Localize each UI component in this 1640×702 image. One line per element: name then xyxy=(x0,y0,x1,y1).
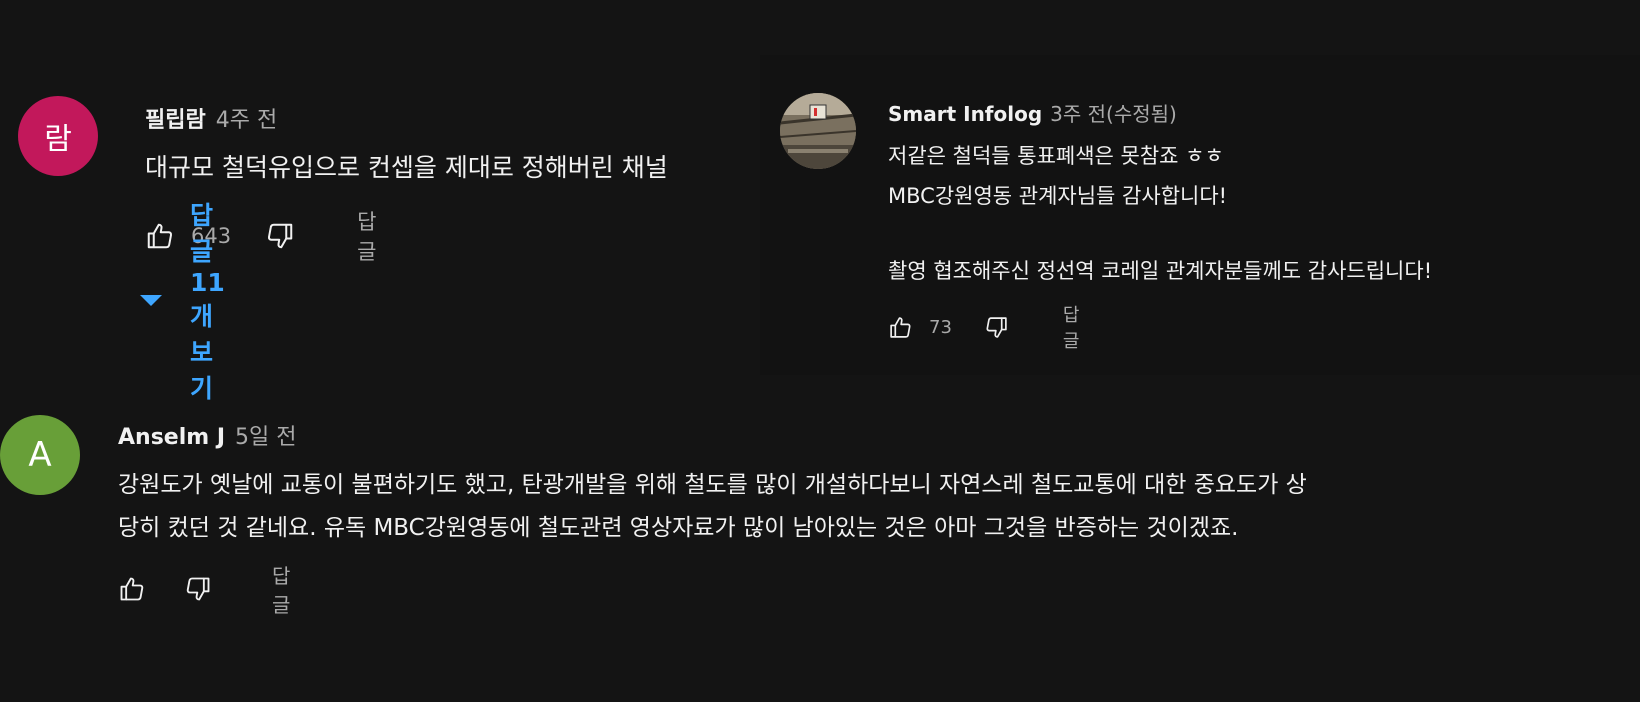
view-replies-button[interactable]: 답글 11개 보기 xyxy=(140,201,225,403)
thumbs-up-icon[interactable] xyxy=(888,313,913,341)
thumbs-up-icon[interactable] xyxy=(145,219,175,253)
comment-text-line: MBC강원영동 관계자님들 감사합니다! xyxy=(888,184,1228,208)
comment-header: Anselm J 5일 전 xyxy=(118,419,297,451)
station-photo-avatar xyxy=(780,93,856,169)
caret-down-icon xyxy=(140,294,162,306)
comment-header: Smart Infolog 3주 전(수정됨) xyxy=(888,98,1177,127)
author-name[interactable]: Anselm J xyxy=(118,425,225,450)
author-name[interactable]: 필립람 xyxy=(145,102,206,134)
comment-text: 대규모 철덕유입으로 컨셉을 제대로 정해버린 채널 xyxy=(145,153,668,182)
comment-actions: 73 답글 xyxy=(888,305,1085,352)
comment-time[interactable]: 4주 전 xyxy=(216,102,277,134)
comment-time[interactable]: 3주 전(수정됨) xyxy=(1050,98,1177,127)
reply-button[interactable]: 답글 xyxy=(357,206,384,266)
comment-header: 필립람 4주 전 xyxy=(145,102,277,134)
view-replies-label: 답글 11개 보기 xyxy=(190,200,225,403)
comment-text-line: 당히 컸던 것 같네요. 유독 MBC강원영동에 철도관련 영상자료가 많이 남… xyxy=(118,515,1239,541)
comment-time[interactable]: 5일 전 xyxy=(235,419,296,451)
avatar[interactable] xyxy=(780,93,856,169)
comment-actions: 643 답글 xyxy=(145,210,384,264)
thumbs-down-icon[interactable] xyxy=(984,313,1009,341)
comment-actions: 답글 xyxy=(118,564,298,617)
avatar[interactable]: 람 xyxy=(18,96,98,176)
reply-button[interactable]: 답글 xyxy=(272,560,298,618)
comment-text-line: 저같은 철덕들 통표폐색은 못참죠 ㅎㅎ xyxy=(888,144,1224,168)
thumbs-down-icon[interactable] xyxy=(184,573,212,605)
like-count: 73 xyxy=(929,316,952,338)
comment-text-line: 강원도가 옛날에 교통이 불편하기도 했고, 탄광개발을 위해 철도를 많이 개… xyxy=(118,472,1307,498)
reply-button[interactable]: 답글 xyxy=(1063,301,1086,353)
author-name[interactable]: Smart Infolog xyxy=(888,102,1042,126)
avatar-letter: 람 xyxy=(44,122,72,157)
thumbs-down-icon[interactable] xyxy=(265,219,295,253)
thumbs-up-icon[interactable] xyxy=(118,573,146,605)
avatar-letter: A xyxy=(28,435,52,475)
comment-text-line: 촬영 협조해주신 정선역 코레일 관계자분들께도 감사드립니다! xyxy=(888,259,1433,283)
avatar[interactable]: A xyxy=(0,415,80,495)
